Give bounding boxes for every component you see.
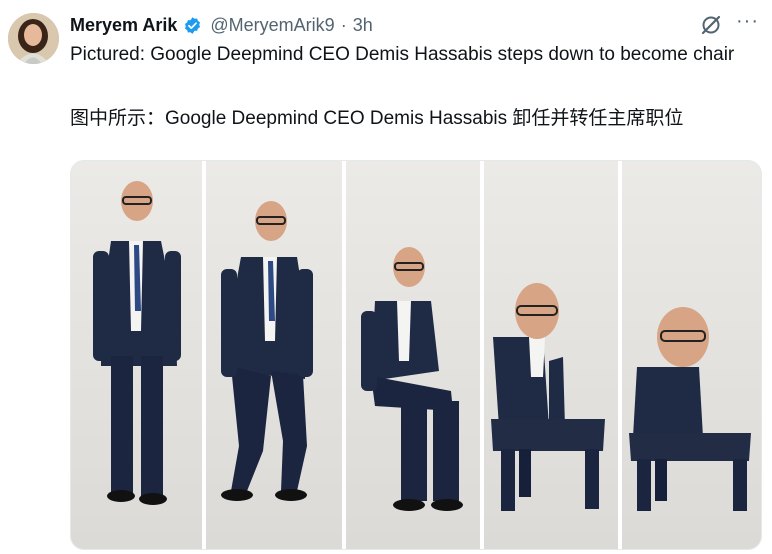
- author-handle[interactable]: @MeryemArik9: [210, 15, 334, 36]
- tweet-text-english: Pictured: Google Deepmind CEO Demis Hass…: [70, 44, 735, 65]
- timestamp[interactable]: 3h: [353, 15, 373, 36]
- separator-dot: ·: [340, 14, 347, 35]
- tweet-media-image[interactable]: [70, 160, 762, 550]
- tweet-header: Meryem Arik @MeryemArik9 · 3h: [70, 12, 373, 38]
- avatar[interactable]: [8, 13, 59, 64]
- grok-icon[interactable]: [700, 14, 722, 36]
- tweet-text-chinese: 图中所示：Google Deepmind CEO Demis Hassabis …: [70, 108, 684, 129]
- tweet-card[interactable]: Meryem Arik @MeryemArik9 · 3h ··· Pictur…: [0, 0, 772, 554]
- more-icon[interactable]: ···: [736, 10, 760, 36]
- verified-badge-icon: [183, 16, 202, 35]
- author-name[interactable]: Meryem Arik: [70, 15, 177, 36]
